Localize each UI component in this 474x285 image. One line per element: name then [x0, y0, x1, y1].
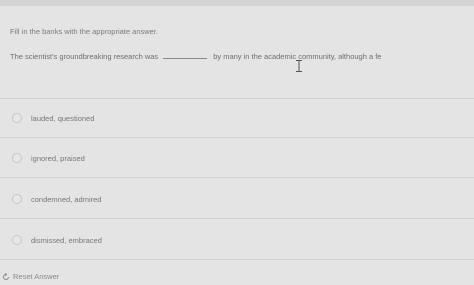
divider	[0, 259, 474, 260]
radio-circle-icon[interactable]	[12, 235, 22, 245]
option-label: dismissed, embraced	[31, 235, 102, 245]
radio-circle-icon[interactable]	[12, 153, 22, 163]
option-label: lauded, questioned	[31, 113, 95, 123]
option-3[interactable]: condemned, admired	[12, 188, 474, 210]
top-bar	[0, 0, 474, 6]
option-label: ignored, praised	[31, 153, 85, 163]
reset-answer-button[interactable]: Reset Answer	[2, 272, 59, 281]
reset-answer-label: Reset Answer	[13, 272, 60, 281]
text-cursor-icon	[296, 60, 302, 72]
answer-blank[interactable]	[163, 57, 208, 59]
option-2[interactable]: ignored, praised	[12, 147, 474, 169]
option-label: condemned, admired	[31, 194, 102, 204]
divider	[0, 98, 474, 99]
option-1[interactable]: lauded, questioned	[12, 107, 474, 129]
reset-arrow-icon	[3, 272, 9, 280]
radio-circle-icon[interactable]	[12, 194, 22, 204]
option-4[interactable]: dismissed, embraced	[12, 229, 474, 251]
divider	[0, 137, 474, 138]
question-sentence: The scientist's groundbreaking research …	[10, 52, 381, 61]
divider	[0, 218, 474, 219]
instruction-text: Fill in the banks with the appropriate a…	[10, 27, 158, 36]
divider	[0, 177, 474, 178]
radio-circle-icon[interactable]	[12, 113, 22, 123]
question-text-before: The scientist's groundbreaking research …	[10, 52, 159, 61]
